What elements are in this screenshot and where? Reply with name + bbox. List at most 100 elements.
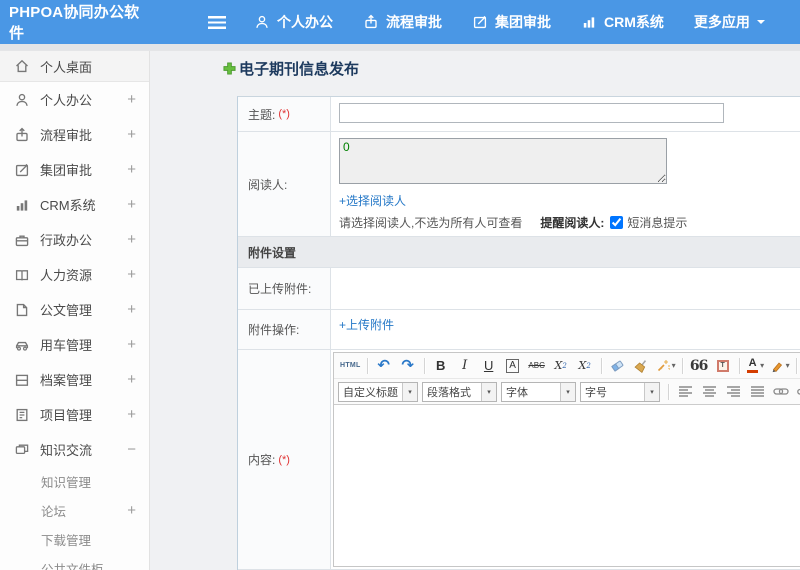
select-readers-link[interactable]: +选择阅读人 [339,192,406,209]
bold-button[interactable]: B [429,355,453,376]
upload-attachment-link[interactable]: +上传附件 [339,318,394,332]
custom-title-select[interactable]: 自定义标题 ▾ [338,381,418,402]
autoformat-wand-icon[interactable]: ▾ [654,355,678,376]
attachment-op-cell: +上传附件 [331,310,800,349]
expand-toggle[interactable]: + [127,337,136,352]
redo-icon[interactable]: ↷ [396,355,420,376]
link-icon[interactable] [769,381,793,402]
undo-icon[interactable]: ↶ [372,355,396,376]
blockquote-button[interactable]: 66 [687,355,711,376]
app-logo[interactable]: PHPOA协同办公软件 [0,1,150,43]
sms-notify-checkbox[interactable] [610,216,624,229]
highlight-pen-icon[interactable]: ▾ [768,355,792,376]
nav-item-group-approval[interactable]: 集团审批 [472,12,551,32]
expand-toggle[interactable]: + [127,162,136,177]
sidebar-item-project-mgmt[interactable]: 项目管理 + [0,397,149,432]
sidebar-item-group-approval[interactable]: 集团审批 + [0,152,149,187]
nav-item-more-apps[interactable]: 更多应用 [694,12,765,32]
sidebar-item-crm-system[interactable]: CRM系统 + [0,187,149,222]
dropdown-caret: ▾ [785,361,790,370]
font-color-button[interactable]: A ▾ [744,355,768,376]
user-icon [14,92,30,108]
expand-toggle[interactable]: + [127,232,136,247]
header-shadow [0,44,800,51]
italic-button[interactable]: I [453,355,477,376]
readers-textarea[interactable]: 0 [339,138,667,184]
sidebar-item-personal-office[interactable]: 个人办公 + [0,82,149,117]
readers-hint-line: 请选择阅读人,不选为所有人可查看 提醒阅读人: 短消息提示 [339,214,800,231]
char-border-button[interactable]: A [501,355,525,376]
sidebar-item-label: 个人桌面 [40,59,93,75]
paragraph-format-select[interactable]: 段落格式 ▾ [422,381,497,402]
html-source-button[interactable]: HTML [338,355,363,376]
attachment-section-title: 附件设置 [248,245,297,260]
expand-toggle[interactable]: + [127,302,136,317]
paste-plain-icon[interactable]: T [711,355,735,376]
page-title: 电子期刊信息发布 [223,58,359,79]
toolbar-separator [668,383,669,400]
sidebar-subitem-label: 公共文件柜 [41,563,104,570]
sidebar-item-label: 公文管理 [40,303,93,318]
font-size-select[interactable]: 字号 ▾ [580,381,660,402]
expand-toggle[interactable]: + [127,267,136,282]
page-title-text: 电子期刊信息发布 [239,61,360,78]
superscript-button[interactable]: X2 [549,355,573,376]
content-label-cell: 内容: (*) [238,350,331,569]
font-family-select[interactable]: 字体 ▾ [501,381,576,402]
align-left-button[interactable] [673,381,697,402]
sidebar-item-desktop[interactable]: 个人桌面 [0,51,149,82]
sidebar-subitem-knowledge-mgmt[interactable]: 知识管理 [0,467,149,496]
subscript-button[interactable]: X2 [573,355,597,376]
strikethrough-button[interactable]: ABC [525,355,549,376]
flow-icon [14,127,30,143]
home-icon [14,58,30,74]
sidebar-item-workflow-approval[interactable]: 流程审批 + [0,117,149,152]
editor-content-area[interactable] [334,405,800,566]
subject-cell [331,97,800,131]
align-center-button[interactable] [697,381,721,402]
align-right-button[interactable] [721,381,745,402]
hamburger-menu-icon[interactable] [208,15,226,29]
expand-toggle[interactable]: + [127,197,136,212]
eraser-icon[interactable] [606,355,630,376]
expand-toggle[interactable]: + [127,372,136,387]
sidebar-item-knowledge-exchange[interactable]: 知识交流 − [0,432,149,467]
readers-cell: 0 +选择阅读人 请选择阅读人,不选为所有人可查看 提醒阅读人: 短消息提示 [331,132,800,236]
content-cell: HTML ↶ ↷ B I U A ABC X2 X2 ▾ 66 T A ▾ ▾ … [331,350,800,569]
add-plus-icon [223,62,236,75]
toolbar-separator [366,357,368,374]
sidebar-item-admin-office[interactable]: 行政办公 + [0,222,149,257]
align-justify-button[interactable] [745,381,769,402]
expand-toggle[interactable]: + [127,127,136,142]
sidebar-item-vehicle-mgmt[interactable]: 用车管理 + [0,327,149,362]
sidebar-item-human-resources[interactable]: 人力资源 + [0,257,149,292]
nav-item-label: CRM系统 [604,14,664,30]
expand-toggle[interactable]: − [127,442,136,457]
dropdown-caret: ▾ [671,361,676,370]
nav-item-personal-office[interactable]: 个人办公 [254,12,333,32]
sidebar-item-label: 行政办公 [40,233,93,248]
sidebar-subitem-forum[interactable]: 论坛 + [0,496,149,525]
color-letter: A [748,357,757,369]
format-brush-icon[interactable] [630,355,654,376]
content-label: 内容: [248,453,276,467]
sidebar-subitem-download-mgmt[interactable]: 下载管理 [0,525,149,554]
sidebar-item-archive-mgmt[interactable]: 档案管理 + [0,362,149,397]
uploaded-cell [331,268,800,309]
sidebar-subitem-public-file-cabinet[interactable]: 公共文件柜 [0,554,149,570]
sidebar-item-label: 知识交流 [40,443,93,458]
subject-label-cell: 主题: (*) [238,97,331,131]
unlink-icon[interactable] [793,381,800,402]
subject-input[interactable] [339,103,724,123]
sms-notify-label: 短消息提示 [627,216,688,230]
expand-toggle[interactable]: + [127,407,136,422]
expand-toggle[interactable]: + [127,503,136,518]
subject-label: 主题: [248,107,276,122]
expand-toggle[interactable]: + [127,92,136,107]
sidebar-item-document-mgmt[interactable]: 公文管理 + [0,292,149,327]
chat-icon [14,442,30,458]
nav-item-crm-system[interactable]: CRM系统 [581,12,664,32]
underline-button[interactable]: U [477,355,501,376]
sidebar-subitem-label: 下载管理 [41,534,92,548]
nav-item-workflow-approval[interactable]: 流程审批 [363,12,442,32]
